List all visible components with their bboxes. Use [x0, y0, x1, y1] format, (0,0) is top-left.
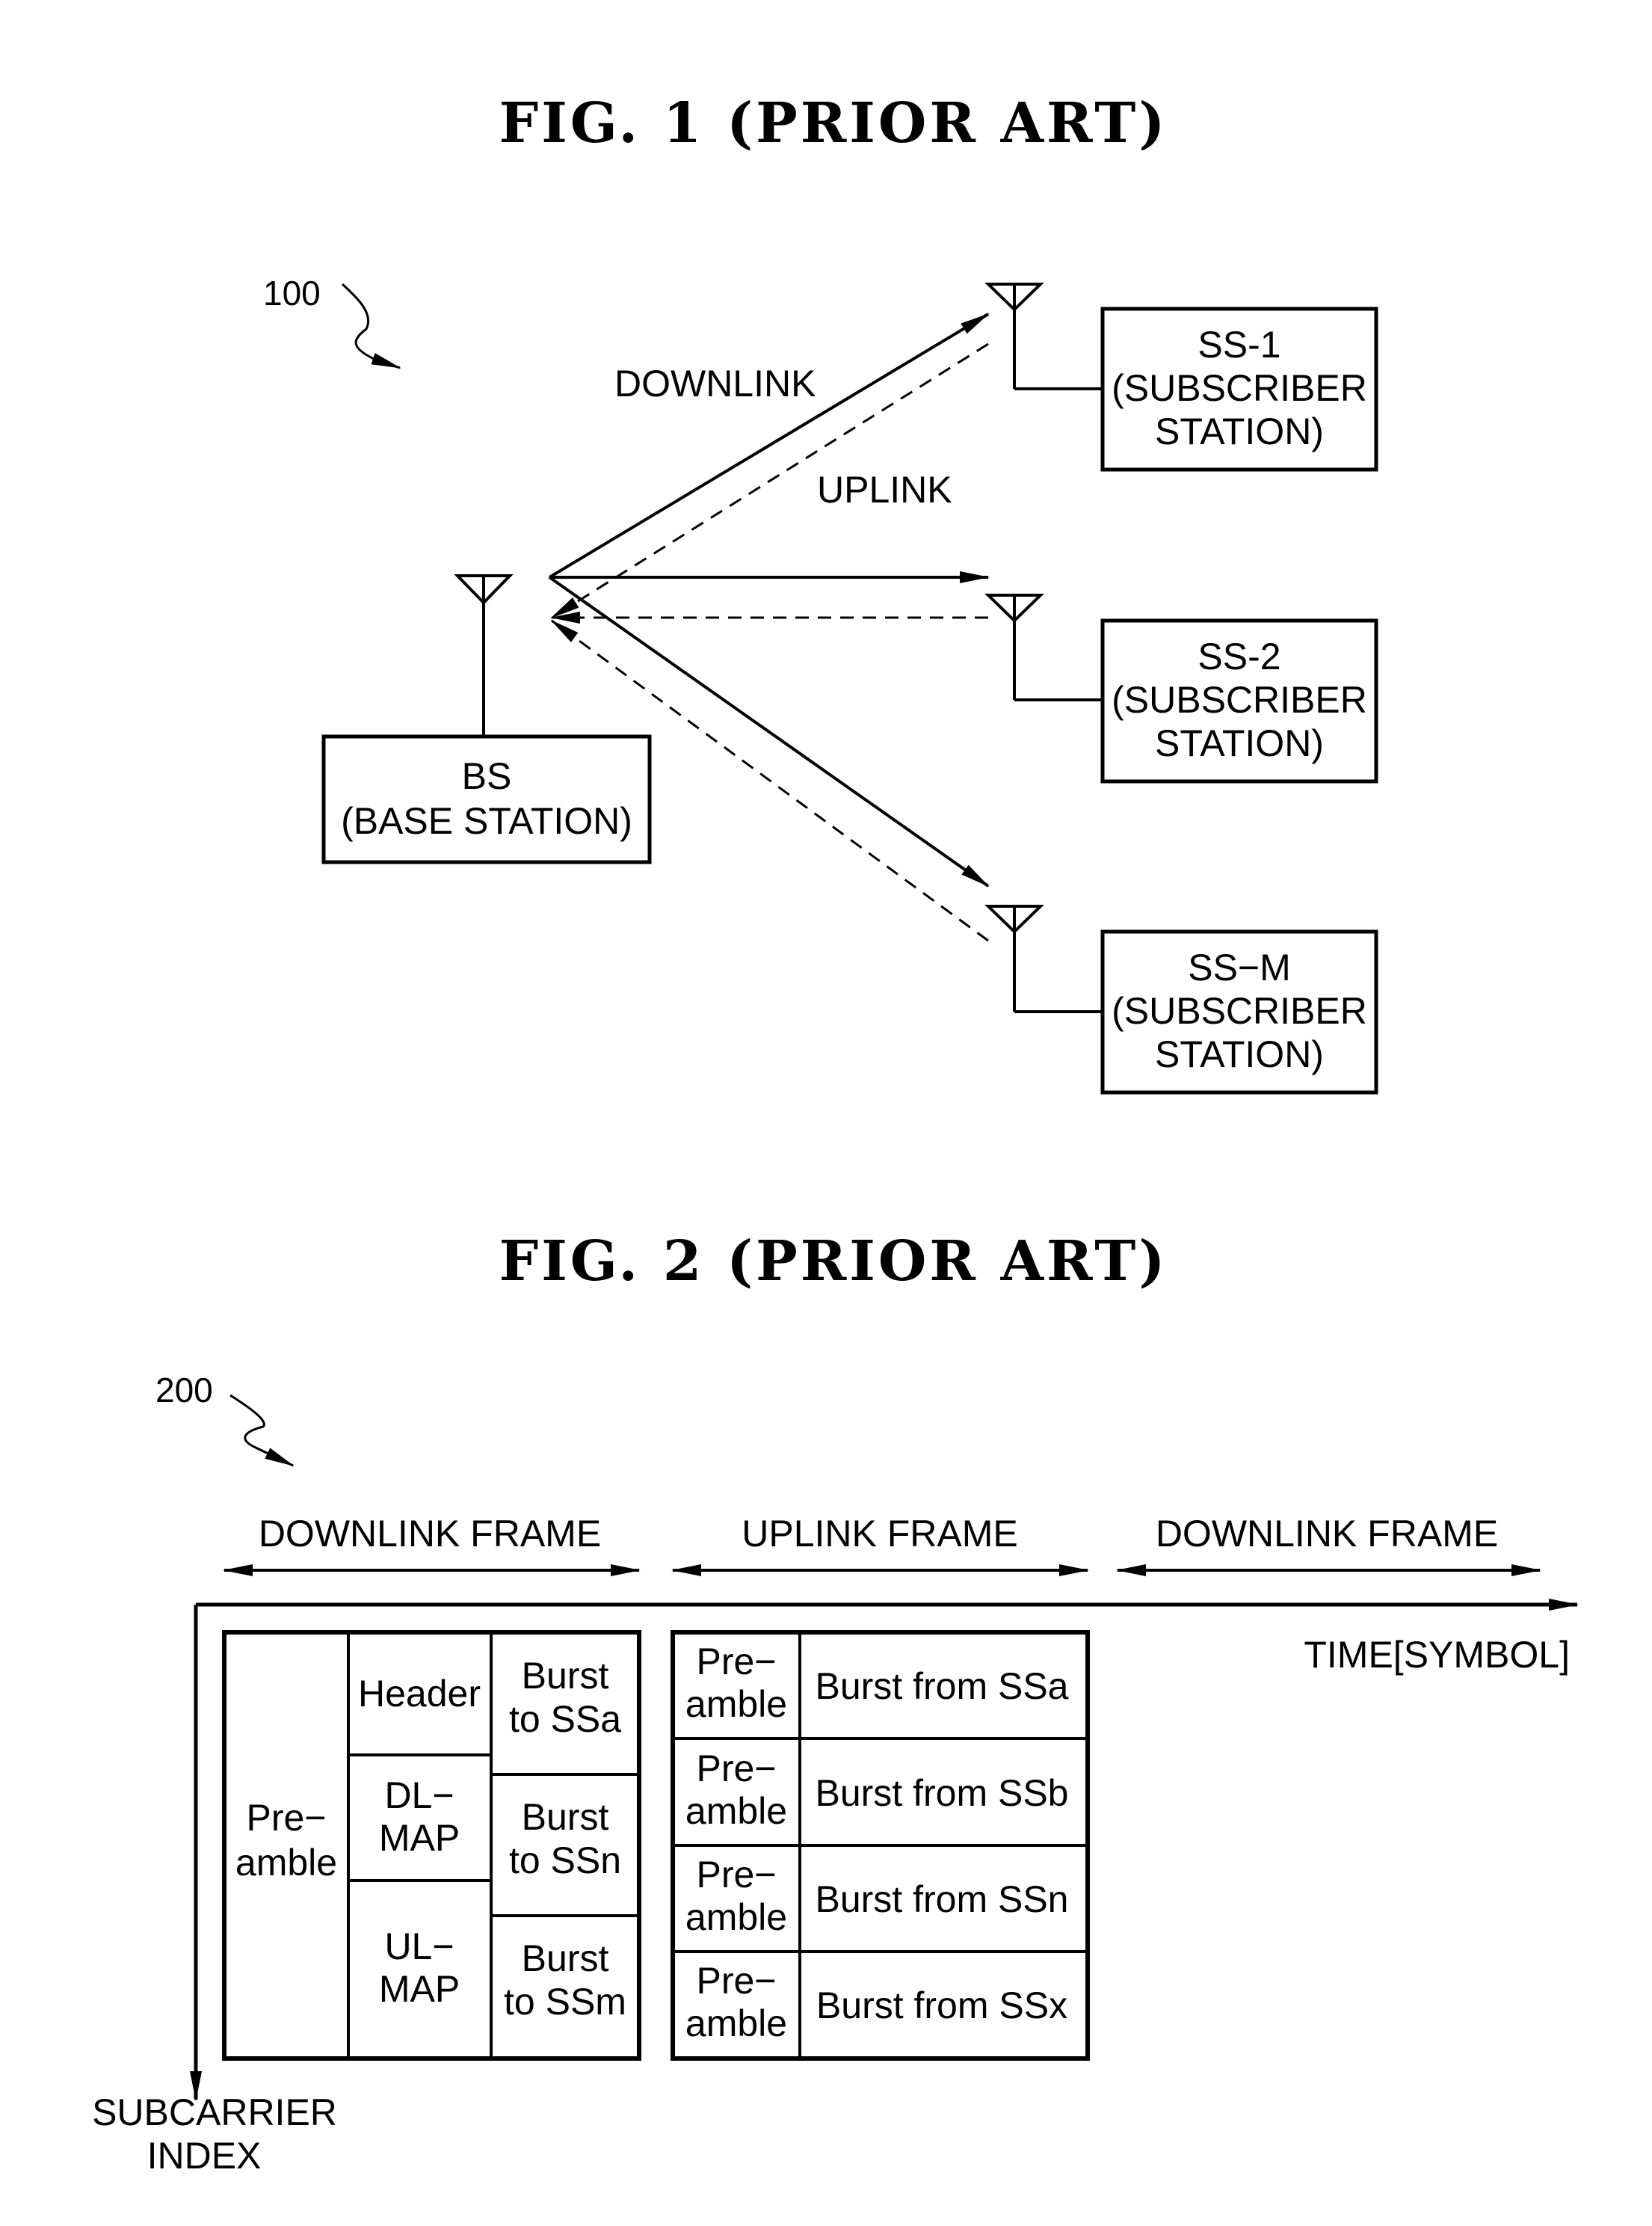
- burst-from-ssa: Burst from SSa: [816, 1665, 1069, 1707]
- svg-text:amble: amble: [685, 1683, 787, 1725]
- bs-sublabel: (BASE STATION): [341, 800, 632, 842]
- ssm-id: SS−M: [1188, 947, 1291, 989]
- svg-text:Pre−: Pre−: [696, 1641, 776, 1682]
- svg-text:amble: amble: [685, 2002, 787, 2044]
- uplink-label: UPLINK: [817, 469, 952, 511]
- subcarrier-axis-label-1: SUBCARRIER: [92, 2091, 337, 2133]
- svg-text:Pre−: Pre−: [696, 1960, 776, 2002]
- frame-label-downlink-2: DOWNLINK FRAME: [1156, 1513, 1498, 1555]
- ref-numeral-200: 200: [155, 1371, 213, 1409]
- ss1-id: SS-1: [1198, 324, 1280, 366]
- dl-header-cell: Header: [358, 1673, 481, 1715]
- bs-label: BS: [462, 755, 512, 797]
- subscriber-station-2: SS-2 (SUBSCRIBER STATION): [984, 594, 1378, 784]
- figure-1-title: FIG. 1 (PRIOR ART): [499, 91, 1168, 156]
- patent-drawing-sheet: FIG. 1 (PRIOR ART) 100 DOWNLINK UPLINK B…: [92, 91, 1579, 2177]
- figure-2: FIG. 2 (PRIOR ART) 200 DOWNLINK FRAME UP…: [92, 1229, 1579, 2177]
- svg-text:Burst: Burst: [522, 1655, 609, 1697]
- ssm-sublabel-2: STATION): [1155, 1033, 1324, 1075]
- frame-label-uplink: UPLINK FRAME: [742, 1513, 1018, 1555]
- svg-text:amble: amble: [685, 1896, 787, 1938]
- svg-text:MAP: MAP: [379, 1968, 460, 2010]
- svg-text:amble: amble: [235, 1842, 337, 1884]
- downlink-label: DOWNLINK: [614, 363, 816, 405]
- svg-text:Pre−: Pre−: [696, 1747, 776, 1789]
- leader-squiggle-arrow-200: [229, 1394, 295, 1467]
- svg-text:Burst: Burst: [522, 1796, 609, 1838]
- downlink-arrow-ss1: [548, 313, 990, 579]
- downlink-frame-block: Pre− amble Header DL− MAP UL− MAP Burst …: [222, 1630, 641, 2061]
- svg-text:Pre−: Pre−: [246, 1797, 326, 1839]
- svg-text:to SSa: to SSa: [509, 1698, 621, 1740]
- ss2-sublabel: (SUBSCRIBER: [1112, 679, 1367, 721]
- ss1-sublabel: (SUBSCRIBER: [1112, 367, 1367, 409]
- svg-text:amble: amble: [685, 1790, 787, 1832]
- svg-text:UL−: UL−: [384, 1925, 454, 1967]
- ul-map-cell: UL− MAP: [379, 1925, 460, 2010]
- ss2-sublabel-2: STATION): [1155, 722, 1324, 764]
- subscriber-station-1: SS-1 (SUBSCRIBER STATION): [984, 283, 1378, 472]
- ss1-sublabel-2: STATION): [1155, 411, 1324, 452]
- uplink-frame-block: Pre− amble Burst from SSa Pre− amble Bur…: [671, 1630, 1090, 2061]
- burst-from-ssn: Burst from SSn: [816, 1878, 1069, 1920]
- subcarrier-axis-label-2: INDEX: [147, 2135, 262, 2177]
- burst-from-ssb: Burst from SSb: [816, 1772, 1069, 1814]
- ssm-sublabel: (SUBSCRIBER: [1112, 990, 1367, 1032]
- ref-numeral-100: 100: [263, 274, 321, 313]
- subscriber-station-m: SS−M (SUBSCRIBER STATION): [984, 905, 1378, 1095]
- bs-antenna-icon: [454, 574, 514, 737]
- dl-map-cell: DL− MAP: [379, 1774, 460, 1859]
- time-axis-label: TIME[SYMBOL]: [1304, 1634, 1570, 1676]
- ss2-antenna-icon: [984, 594, 1103, 701]
- ssm-antenna-icon: [984, 905, 1103, 1013]
- burst-from-ssx: Burst from SSx: [816, 1984, 1067, 2026]
- svg-text:Pre−: Pre−: [696, 1854, 776, 1896]
- svg-text:Burst: Burst: [522, 1937, 609, 1979]
- ss2-id: SS-2: [1198, 636, 1280, 677]
- svg-text:MAP: MAP: [379, 1817, 460, 1859]
- leader-squiggle-arrow: [341, 283, 401, 369]
- svg-text:to SSn: to SSn: [509, 1839, 621, 1881]
- svg-text:DL−: DL−: [384, 1774, 454, 1816]
- svg-text:to SSm: to SSm: [504, 1981, 626, 2023]
- figure-2-title: FIG. 2 (PRIOR ART): [499, 1229, 1168, 1294]
- figure-1: FIG. 1 (PRIOR ART) 100 DOWNLINK UPLINK B…: [263, 91, 1378, 1095]
- ss1-antenna-icon: [984, 283, 1103, 390]
- frame-label-downlink-1: DOWNLINK FRAME: [259, 1513, 601, 1555]
- base-station-box: BS (BASE STATION): [321, 734, 652, 864]
